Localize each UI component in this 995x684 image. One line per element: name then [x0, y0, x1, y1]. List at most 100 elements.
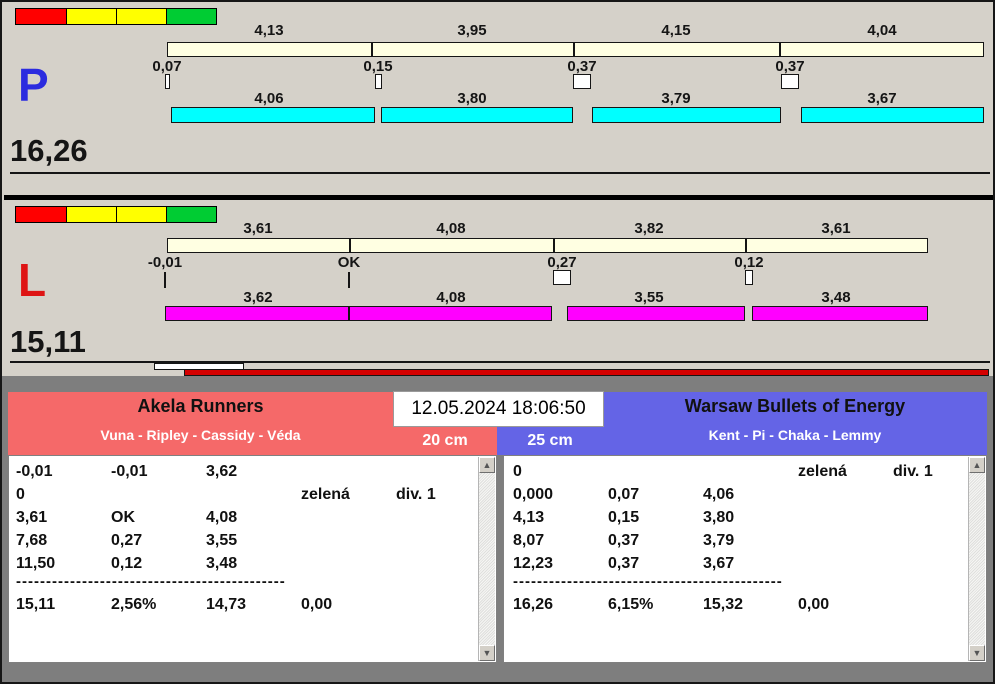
table-cell: 11,50	[16, 555, 56, 572]
team-runners: Vuna - Ripley - Cassidy - Véda	[100, 427, 301, 443]
lane-p-leg-bar	[381, 107, 573, 123]
exchange-time-label: 0,07	[152, 58, 182, 75]
split-time-label: 3,95	[457, 22, 487, 39]
lane-l-leg-bar	[349, 306, 552, 321]
split-bar-divider	[573, 42, 575, 57]
status-yellow-segment	[65, 9, 116, 24]
exchange-tick-mark	[348, 272, 350, 288]
split-time-label: 4,08	[436, 220, 466, 237]
table-cell: 7,68	[16, 532, 48, 549]
table-cell: 3,48	[206, 555, 238, 572]
vertical-scrollbar[interactable]: ▲ ▼	[478, 457, 495, 661]
scroll-down-icon[interactable]: ▼	[969, 645, 985, 661]
table-row: 8,07 0,37 3,79	[513, 529, 968, 552]
table-row: 12,23 0,37 3,67	[513, 552, 968, 575]
split-bar-divider	[371, 42, 373, 57]
table-cell: 12,23	[513, 555, 554, 572]
exchange-time-label: 0,37	[775, 58, 805, 75]
table-cell: 0,27	[111, 532, 143, 549]
status-yellow-segment	[116, 9, 166, 24]
split-time-label: 3,82	[634, 220, 664, 237]
table-row: 7,68 0,27 3,55	[16, 529, 478, 552]
lane-p-leg-bar	[171, 107, 375, 123]
table-cell: 4,08	[206, 509, 238, 526]
split-bar-divider	[779, 42, 781, 57]
lane-p-status-indicator	[15, 8, 217, 25]
vertical-scrollbar[interactable]: ▲ ▼	[968, 457, 985, 661]
table-cell: 3,79	[703, 532, 735, 549]
leg-time-label: 4,06	[254, 90, 284, 107]
exchange-time-label: 0,27	[547, 254, 577, 271]
exchange-tick-mark	[164, 272, 166, 288]
table-row: 11,50 0,12 3,48	[16, 552, 478, 575]
exchange-time-label: -0,01	[147, 254, 183, 271]
table-cell: div. 1	[396, 486, 436, 503]
timing-app-window: P 16,26 4,13 3,95 4,15 4,04 0,07 0,15 0,…	[0, 0, 995, 684]
datetime-display: 12.05.2024 18:06:50	[393, 391, 604, 427]
split-bar-divider	[553, 238, 555, 253]
table-separator: ----------------------------------------…	[513, 575, 783, 589]
table-row: 4,13 0,15 3,80	[513, 506, 968, 529]
table-cell: zelená	[301, 486, 350, 503]
leg-time-label: 3,79	[661, 90, 691, 107]
scroll-down-icon[interactable]: ▼	[479, 645, 495, 661]
exchange-marker-box	[165, 74, 170, 89]
exchange-time-label: OK	[337, 254, 361, 271]
table-cell: 8,07	[513, 532, 545, 549]
split-time-label: 3,61	[243, 220, 273, 237]
exchange-marker-box	[573, 74, 591, 89]
table-totals-row: 16,26 6,15% 15,32 0,00	[513, 593, 968, 616]
table-cell: 4,06	[703, 486, 735, 503]
total-net-cell: 14,73	[206, 596, 247, 613]
total-extra-cell: 0,00	[798, 596, 830, 613]
total-net-cell: 15,32	[703, 596, 744, 613]
team-name: Warsaw Bullets of Energy	[684, 396, 906, 416]
exchange-marker-box	[553, 270, 571, 285]
leg-time-label: 4,08	[436, 289, 466, 306]
team-runners: Kent - Pi - Chaka - Lemmy	[708, 427, 882, 443]
table-cell: 0	[16, 486, 25, 503]
status-yellow-segment	[65, 207, 116, 222]
table-row: 0 zelená div. 1	[513, 460, 968, 483]
table-row: 0,000 0,07 4,06	[513, 483, 968, 506]
table-cell: -0,01	[111, 463, 148, 480]
results-table-body: -0,01 -0,01 3,62 0 zelená div. 1 3,61 OK 4,08 …	[9, 460, 478, 662]
scroll-up-icon[interactable]: ▲	[479, 457, 495, 473]
table-cell: 3,61	[16, 509, 48, 526]
lane-l-letter: L	[18, 254, 47, 306]
table-cell: 0,37	[608, 532, 640, 549]
total-percent-cell: 6,15%	[608, 596, 654, 613]
lane-l-leg-bar	[165, 306, 349, 321]
table-cell: 0,15	[608, 509, 640, 526]
split-bar-divider	[349, 238, 351, 253]
lane-l-split-bar	[167, 238, 928, 253]
table-cell: 3,67	[703, 555, 735, 572]
table-cell: -0,01	[16, 463, 53, 480]
table-cell: zelená	[798, 463, 847, 480]
leg-time-label: 3,62	[243, 289, 273, 306]
exchange-marker-box	[781, 74, 799, 89]
table-row: 3,61 OK 4,08	[16, 506, 478, 529]
table-cell: 0,000	[513, 486, 554, 503]
scroll-up-icon[interactable]: ▲	[969, 457, 985, 473]
team-name: Akela Runners	[137, 396, 264, 416]
table-cell: 4,13	[513, 509, 545, 526]
split-time-label: 4,13	[254, 22, 284, 39]
lane-p-letter: P	[18, 59, 49, 111]
table-totals-row: 15,11 2,56% 14,73 0,00	[16, 593, 478, 616]
status-yellow-segment	[116, 207, 166, 222]
leg-time-label: 3,80	[457, 90, 487, 107]
lane-p-split-bar	[167, 42, 984, 57]
split-time-label: 4,04	[867, 22, 897, 39]
exchange-marker-box	[375, 74, 382, 89]
table-cell: div. 1	[893, 463, 933, 480]
leg-time-label: 3,55	[634, 289, 664, 306]
results-table-right: 0 zelená div. 1 0,000 0,07 4,06 4,13 0,15 3,80…	[503, 455, 987, 663]
table-separator: ----------------------------------------…	[16, 575, 286, 589]
status-red-segment	[16, 9, 66, 24]
table-cell: 0,07	[608, 486, 640, 503]
panel-divider	[4, 195, 995, 200]
exchange-marker-box	[745, 270, 753, 285]
results-table-body: 0 zelená div. 1 0,000 0,07 4,06 4,13 0,15 3,80…	[504, 460, 968, 662]
progress-bar-red	[184, 369, 989, 376]
